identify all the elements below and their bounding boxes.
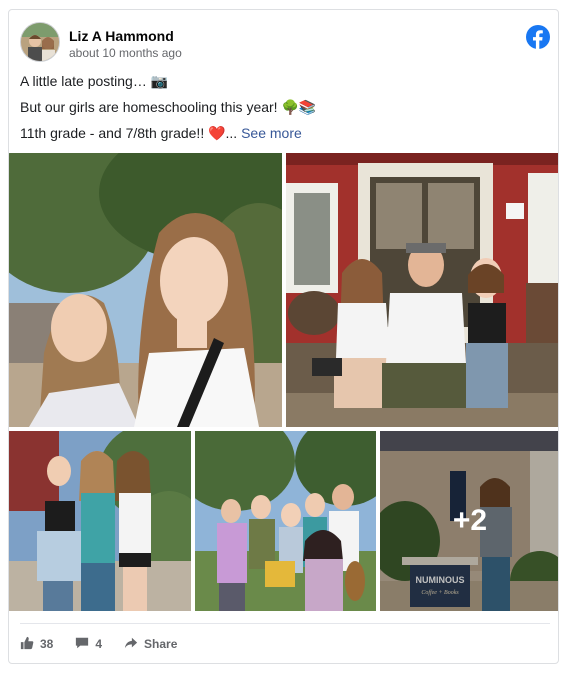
- share-arrow-icon: [124, 636, 138, 653]
- post-line-1: A little late posting… 📷: [20, 73, 169, 89]
- more-photos-overlay[interactable]: +2: [380, 431, 558, 611]
- post-line-3-text: 11th grade - and 7/8th grade!! ❤️...: [20, 125, 238, 141]
- footer-divider: [20, 623, 550, 624]
- photo-grid: NUMINOUS Coffee + Books +2: [9, 153, 558, 611]
- photo-4[interactable]: [195, 431, 376, 611]
- comments-count: 4: [95, 637, 103, 651]
- post-actions: 38 4 Share: [20, 630, 177, 658]
- avatar[interactable]: [20, 22, 60, 62]
- more-photos-count: +2: [452, 504, 488, 537]
- like-button[interactable]: 38: [20, 636, 53, 653]
- post-line-3: 11th grade - and 7/8th grade!! ❤️... See…: [20, 124, 550, 142]
- share-label: Share: [144, 637, 178, 651]
- post-header: Liz A Hammond about 10 months ago: [20, 22, 550, 66]
- post-text: A little late posting… 📷 But our girls a…: [20, 72, 550, 150]
- see-more-link[interactable]: See more: [241, 125, 302, 141]
- comment-bubble-icon: [75, 636, 89, 653]
- thumbs-up-icon: [20, 636, 34, 653]
- post-card: Liz A Hammond about 10 months ago A litt…: [8, 9, 559, 664]
- photo-5[interactable]: NUMINOUS Coffee + Books +2: [380, 431, 558, 611]
- share-button[interactable]: Share: [124, 636, 177, 653]
- photo-3[interactable]: [9, 431, 191, 611]
- facebook-logo-icon[interactable]: [526, 25, 550, 49]
- post-line-2: But our girls are homeschooling this yea…: [20, 99, 317, 115]
- photo-1[interactable]: [9, 153, 282, 427]
- likes-count: 38: [40, 637, 54, 651]
- photo-2[interactable]: [286, 153, 558, 427]
- comment-button[interactable]: 4: [75, 636, 102, 653]
- post-timestamp[interactable]: about 10 months ago: [69, 46, 182, 60]
- author-name[interactable]: Liz A Hammond: [69, 28, 174, 44]
